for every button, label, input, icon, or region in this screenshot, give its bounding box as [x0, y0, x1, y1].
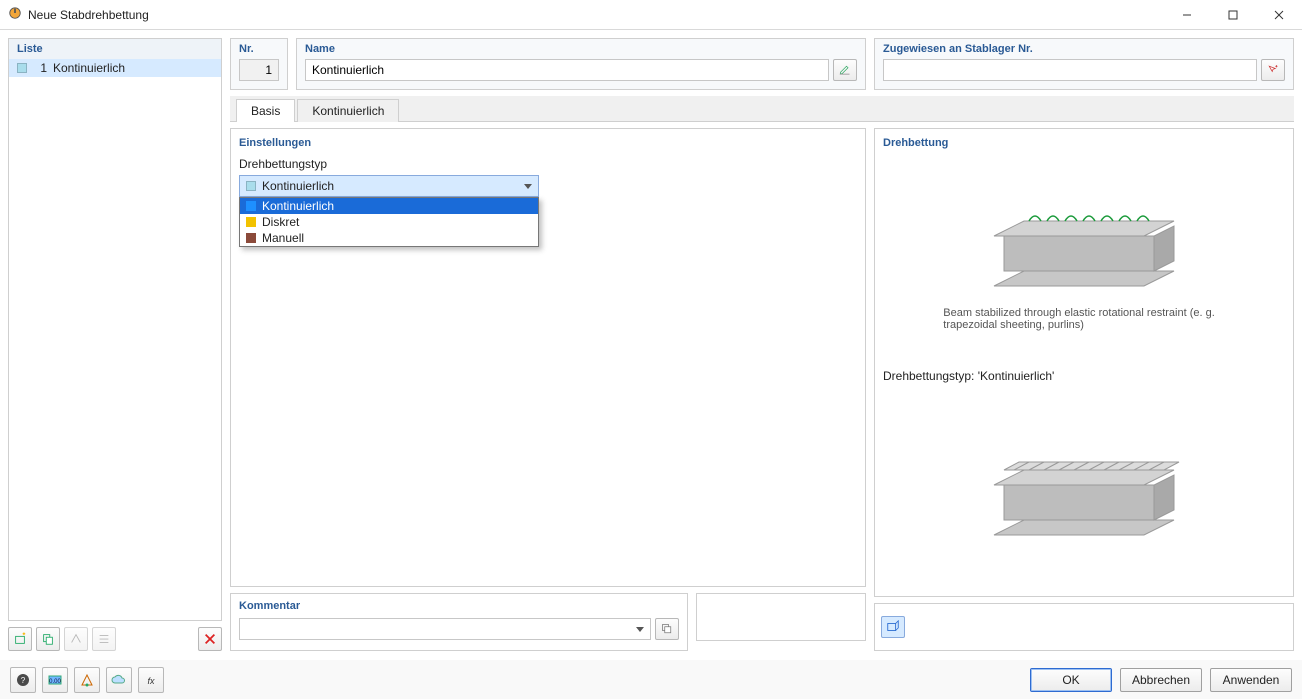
preview-subtype-title: Drehbettungstyp: 'Kontinuierlich': [883, 365, 1285, 387]
model-button[interactable]: [74, 667, 100, 693]
pick-assign-button[interactable]: [1261, 59, 1285, 81]
edit-name-button[interactable]: [833, 59, 857, 81]
titlebar: Neue Stabdrehbettung: [0, 0, 1302, 30]
window-controls: [1164, 0, 1302, 29]
combo-selected-label: Kontinuierlich: [262, 179, 334, 193]
svg-text:0.00: 0.00: [49, 679, 61, 685]
aux-small-panel: [696, 593, 866, 641]
close-button[interactable]: [1256, 0, 1302, 29]
comment-combo[interactable]: [239, 618, 651, 640]
units-button[interactable]: 0.00: [42, 667, 68, 693]
name-group: Name: [296, 38, 866, 90]
list-panel: Liste 1 Kontinuierlich: [8, 38, 222, 621]
list-item-swatch: [17, 63, 27, 73]
settings-panel: Einstellungen Drehbettungstyp Kontinuier…: [230, 128, 866, 587]
comment-library-button[interactable]: [655, 618, 679, 640]
name-label: Name: [305, 43, 857, 55]
combo-swatch-icon: [246, 181, 256, 191]
preview-panel: Drehbettung: [874, 128, 1294, 597]
comment-panel: Kommentar: [230, 593, 688, 651]
swatch-icon: [246, 233, 256, 243]
toggle-a-button[interactable]: [64, 627, 88, 651]
cloud-button[interactable]: [106, 667, 132, 693]
combo-option[interactable]: Kontinuierlich: [240, 198, 538, 214]
preview-title: Drehbettung: [883, 137, 1285, 149]
chevron-down-icon: [636, 627, 644, 632]
list-item-label: Kontinuierlich: [53, 61, 125, 75]
copy-item-button[interactable]: [36, 627, 60, 651]
tab-kontinuierlich[interactable]: Kontinuierlich: [297, 99, 399, 122]
tab-basis[interactable]: Basis: [236, 99, 295, 122]
new-item-button[interactable]: [8, 627, 32, 651]
window-title: Neue Stabdrehbettung: [28, 8, 149, 22]
swatch-icon: [246, 217, 256, 227]
toggle-b-button[interactable]: [92, 627, 116, 651]
maximize-button[interactable]: [1210, 0, 1256, 29]
beam-type-preview-icon: [974, 430, 1194, 550]
combo-option[interactable]: Manuell: [240, 230, 538, 246]
apply-button[interactable]: Anwenden: [1210, 668, 1292, 692]
type-combo-list: Kontinuierlich Diskret Manuell: [239, 197, 539, 247]
name-input[interactable]: [305, 59, 829, 81]
list-header: Liste: [9, 39, 221, 59]
minimize-button[interactable]: [1164, 0, 1210, 29]
settings-title: Einstellungen: [239, 137, 857, 149]
preview-toolbar-panel: [874, 603, 1294, 651]
type-combo[interactable]: Kontinuierlich Kontinuierlich Dis: [239, 175, 539, 247]
combo-option-label: Manuell: [262, 231, 304, 245]
svg-text:fx: fx: [147, 676, 155, 686]
chevron-down-icon: [524, 184, 532, 189]
list-item-number: 1: [33, 61, 47, 75]
preview-mode-button[interactable]: [881, 616, 905, 638]
tabs: Basis Kontinuierlich: [230, 96, 1294, 122]
combo-option[interactable]: Diskret: [240, 214, 538, 230]
list-item[interactable]: 1 Kontinuierlich: [9, 59, 221, 77]
fx-button[interactable]: fx: [138, 667, 164, 693]
nr-label: Nr.: [239, 43, 279, 55]
ok-button[interactable]: OK: [1030, 668, 1112, 692]
type-label: Drehbettungstyp: [239, 157, 857, 171]
nr-group: Nr.: [230, 38, 288, 90]
comment-title: Kommentar: [239, 600, 679, 612]
assign-input[interactable]: [883, 59, 1257, 81]
assign-group: Zugewiesen an Stablager Nr.: [874, 38, 1294, 90]
dialog-footer: ? 0.00 fx OK Abbrechen Anwenden: [0, 659, 1302, 699]
nr-input[interactable]: [239, 59, 279, 81]
swatch-icon: [246, 201, 256, 211]
app-icon: [8, 6, 22, 23]
help-button[interactable]: ?: [10, 667, 36, 693]
svg-text:?: ?: [21, 676, 26, 685]
beam-preview-icon: [974, 191, 1194, 301]
cancel-button[interactable]: Abbrechen: [1120, 668, 1202, 692]
combo-option-label: Diskret: [262, 215, 299, 229]
assign-label: Zugewiesen an Stablager Nr.: [883, 43, 1285, 55]
preview-caption: Beam stabilized through elastic rotation…: [943, 307, 1224, 331]
delete-item-button[interactable]: [198, 627, 222, 651]
combo-option-label: Kontinuierlich: [262, 199, 334, 213]
